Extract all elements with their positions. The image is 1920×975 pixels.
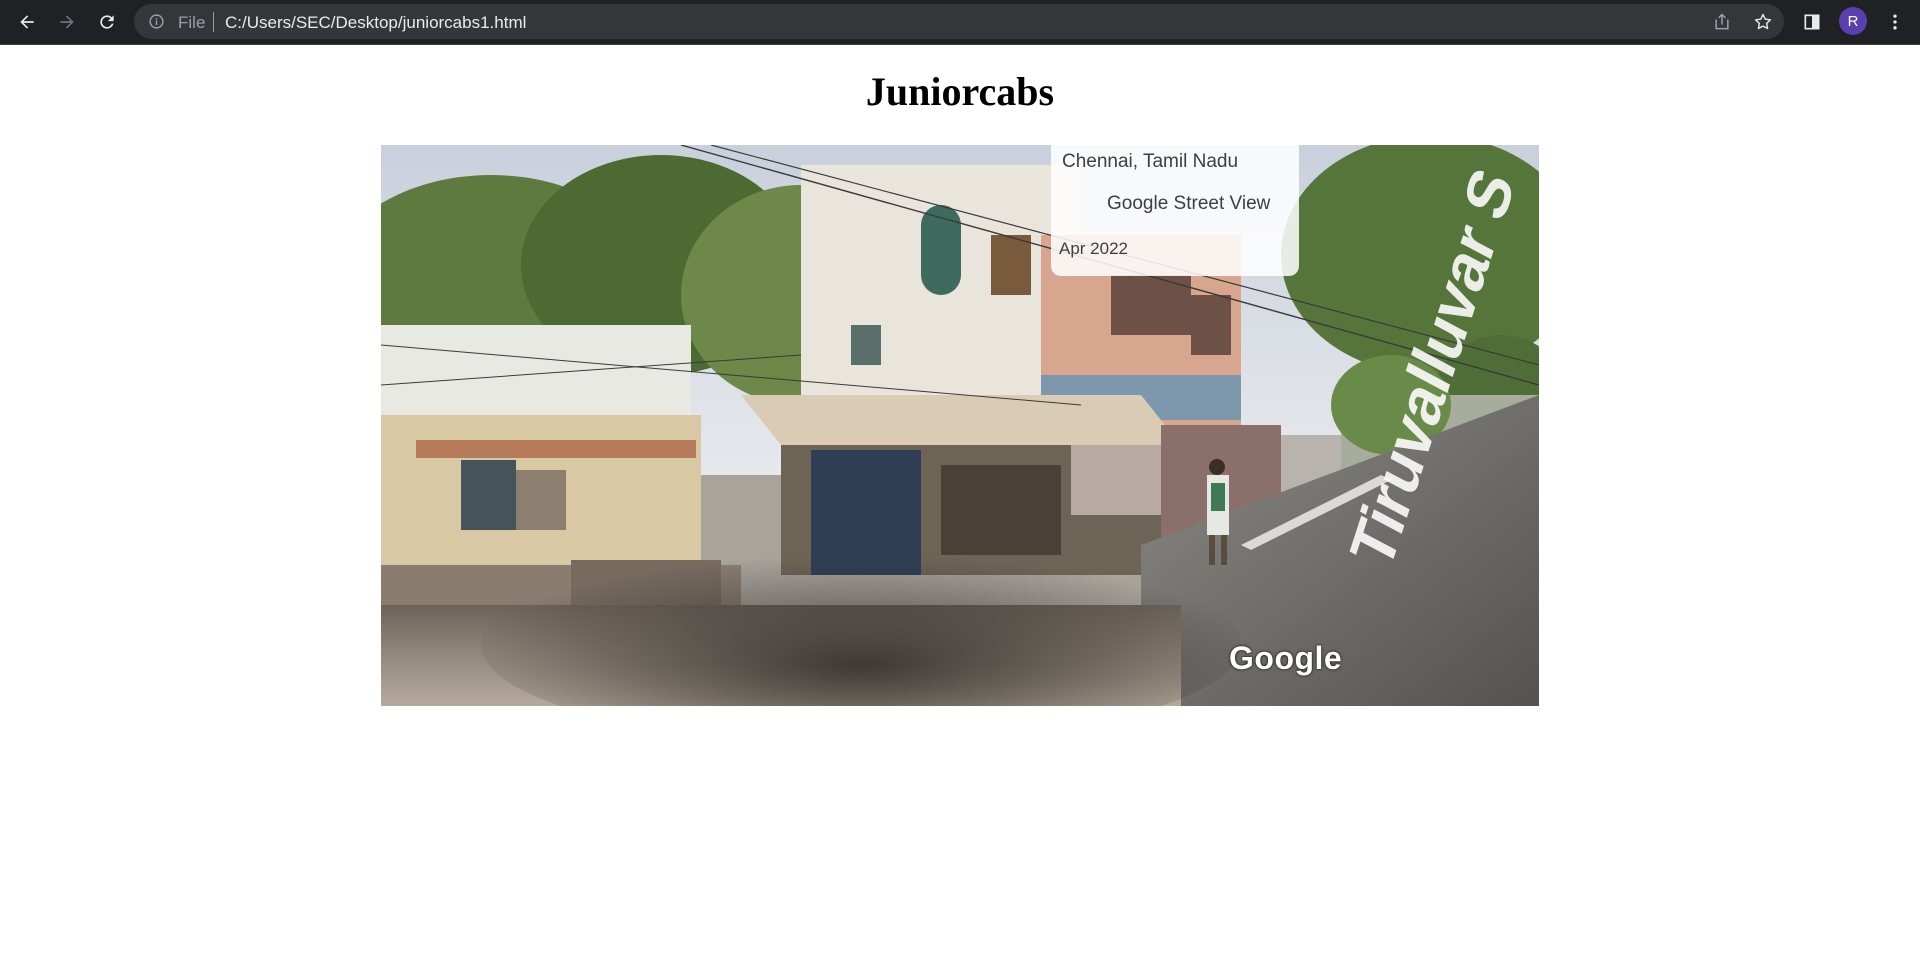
location-label: Chennai, Tamil Nadu xyxy=(1062,151,1239,172)
menu-button[interactable] xyxy=(1879,6,1911,38)
side-panel-button[interactable] xyxy=(1796,6,1828,38)
profile-avatar[interactable]: R xyxy=(1839,7,1867,35)
forward-icon xyxy=(60,15,74,29)
browser-toolbar: File C:/Users/SEC/Desktop/juniorcabs1.ht… xyxy=(0,0,1920,44)
reload-icon xyxy=(100,15,114,29)
url-text[interactable]: C:/Users/SEC/Desktop/juniorcabs1.html xyxy=(225,13,526,33)
back-button[interactable] xyxy=(11,6,43,38)
street-scene-illustration xyxy=(381,145,1539,706)
forward-button[interactable] xyxy=(51,6,83,38)
side-panel-icon xyxy=(1804,14,1820,30)
page-title: Juniorcabs xyxy=(865,69,1055,114)
omnibox-divider xyxy=(213,12,214,32)
street-view-info-card: Chennai, Tamil Nadu Google Street View A… xyxy=(1051,145,1299,276)
star-icon[interactable] xyxy=(1753,12,1773,32)
street-view-image[interactable]: Chennai, Tamil Nadu Google Street View A… xyxy=(381,145,1539,706)
back-icon xyxy=(20,15,34,29)
toolbar-divider xyxy=(0,44,1920,45)
share-icon[interactable] xyxy=(1712,12,1732,32)
source-label[interactable]: Google Street View xyxy=(1107,193,1270,215)
reload-button[interactable] xyxy=(91,6,123,38)
google-watermark: Google xyxy=(1229,640,1343,676)
address-bar[interactable]: File C:/Users/SEC/Desktop/juniorcabs1.ht… xyxy=(134,4,1784,39)
info-icon[interactable] xyxy=(148,13,165,30)
capture-date: Apr 2022 xyxy=(1059,239,1128,258)
more-vert-icon xyxy=(1893,14,1897,30)
url-scheme-label: File xyxy=(178,13,206,32)
